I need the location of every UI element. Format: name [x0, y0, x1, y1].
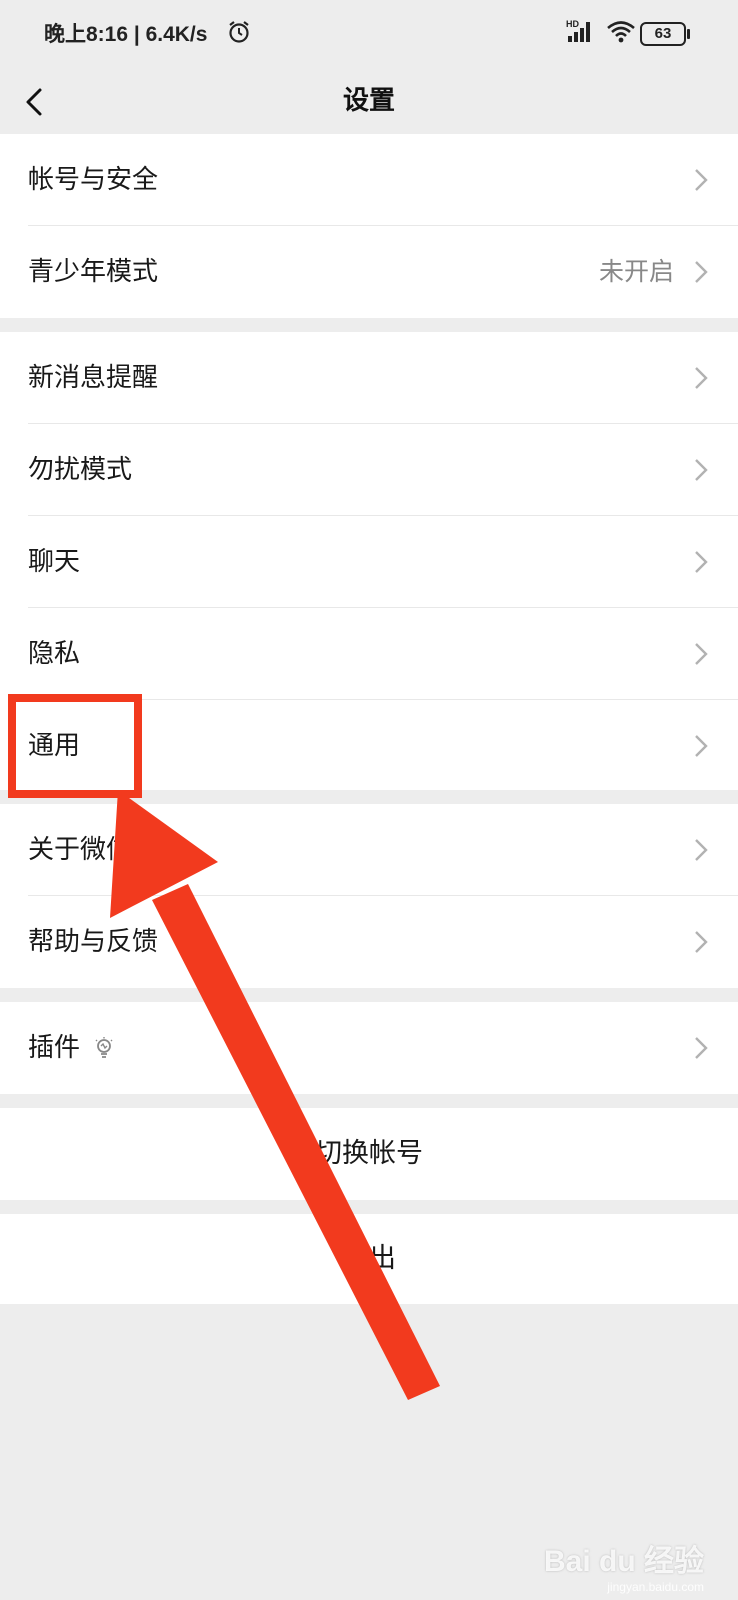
battery-icon: 63: [640, 22, 690, 46]
row-help-feedback[interactable]: 帮助与反馈: [0, 896, 738, 988]
row-label: 插件: [28, 1033, 81, 1063]
chevron-right-icon: [695, 459, 708, 481]
battery-level: 63: [640, 22, 686, 46]
chevron-right-icon: [695, 1037, 708, 1059]
settings-group-plugins: 插件: [0, 1002, 738, 1094]
switch-account-button[interactable]: 切换帐号: [0, 1108, 738, 1200]
wifi-icon: [607, 21, 635, 43]
row-label: 关于微信: [28, 835, 133, 865]
row-label: 新消息提醒: [28, 363, 159, 393]
row-label: 帮助与反馈: [28, 927, 159, 957]
alarm-icon: [229, 21, 249, 43]
logout-label: 退出: [342, 1243, 396, 1274]
chevron-right-icon: [695, 367, 708, 389]
signal-hd-icon: HD: [566, 19, 590, 42]
row-account-security[interactable]: 帐号与安全: [0, 134, 738, 226]
chevron-right-icon: [695, 931, 708, 953]
highlight-box: [8, 694, 142, 798]
bulb-icon: [95, 1037, 113, 1058]
baidu-watermark-url: jingyan.baidu.com: [607, 1580, 704, 1594]
row-do-not-disturb[interactable]: 勿扰模式: [0, 424, 738, 516]
chevron-right-icon: [695, 643, 708, 665]
svg-text:HD: HD: [566, 19, 579, 29]
chevron-right-icon: [695, 839, 708, 861]
logout-button[interactable]: 退出: [0, 1214, 738, 1304]
navigation-bar: 设置: [0, 68, 738, 132]
row-new-message-alert[interactable]: 新消息提醒: [0, 332, 738, 424]
row-label: 聊天: [28, 547, 81, 577]
chevron-right-icon: [695, 261, 708, 283]
chevron-right-icon: [695, 735, 708, 757]
page-title: 设置: [342, 86, 395, 116]
teen-mode-status: 未开启: [598, 257, 674, 286]
switch-account-label: 切换帐号: [315, 1138, 423, 1169]
chevron-right-icon: [695, 551, 708, 573]
row-label: 隐私: [28, 639, 81, 669]
row-plugins[interactable]: 插件: [0, 1002, 738, 1094]
row-label: 勿扰模式: [28, 455, 133, 485]
row-teen-mode[interactable]: 青少年模式 未开启: [0, 226, 738, 318]
status-bar: 晚上8:16 | 6.4K/s HD 63: [0, 0, 738, 68]
row-label: 帐号与安全: [28, 165, 159, 195]
row-label: 青少年模式: [28, 257, 159, 287]
row-chat[interactable]: 聊天: [0, 516, 738, 608]
status-time: 晚上8:16 | 6.4K/s: [44, 23, 208, 46]
row-privacy[interactable]: 隐私: [0, 608, 738, 700]
settings-group-account: 帐号与安全 青少年模式 未开启: [0, 134, 738, 318]
chevron-right-icon: [695, 169, 708, 191]
settings-group-about: 关于微信 帮助与反馈: [0, 804, 738, 988]
row-about-wechat[interactable]: 关于微信: [0, 804, 738, 896]
baidu-watermark: Bai du 经验: [543, 1545, 704, 1578]
